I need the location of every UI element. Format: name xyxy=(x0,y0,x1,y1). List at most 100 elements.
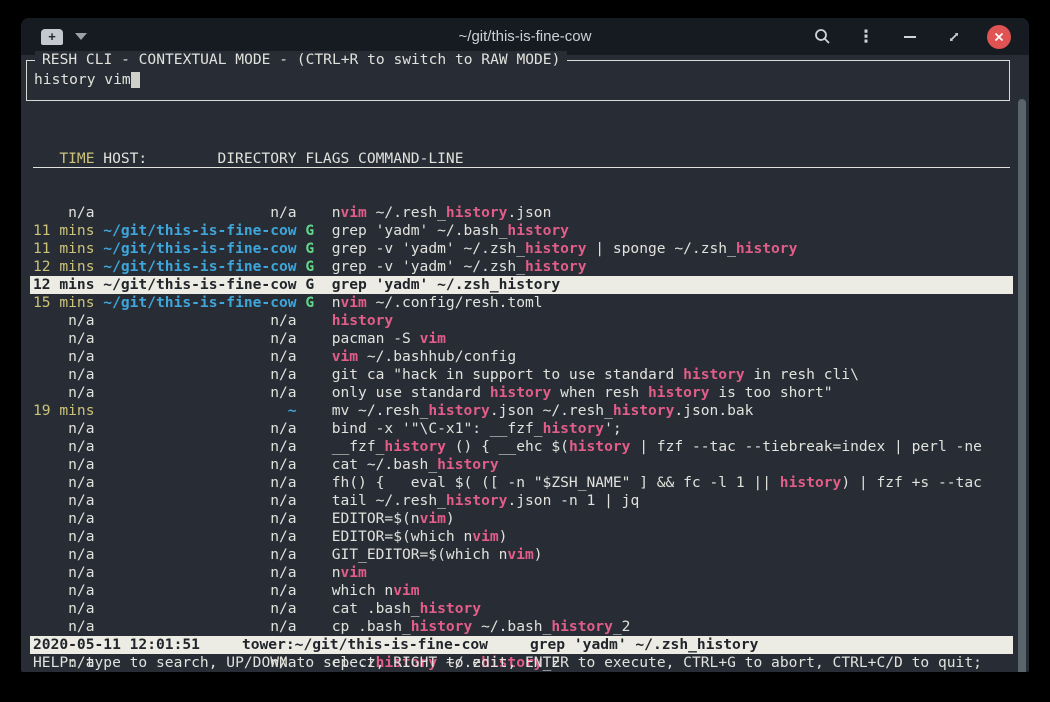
history-list: TIMEHOST:DIRECTORYFLAGS COMMAND-LINE n/a… xyxy=(33,114,1010,672)
table-header: TIMEHOST:DIRECTORYFLAGS COMMAND-LINE xyxy=(33,150,1010,168)
row-command: vim ~/.bashhub/config xyxy=(332,348,517,365)
row-time: n/a xyxy=(33,492,95,510)
row-command: nvim ~/.resh_history.json xyxy=(332,204,552,221)
row-time: n/a xyxy=(33,330,95,348)
row-command: fh() { eval $( ([ -n "$ZSH_NAME" ] && fc… xyxy=(332,474,982,491)
row-flags: G xyxy=(305,222,314,240)
history-row[interactable]: n/a n/a cp .bash_history ~/.bash_history_2 xyxy=(33,618,1010,636)
status-command: grep 'yadm' ~/.zsh_history xyxy=(530,636,758,654)
row-command: grep 'yadm' ~/.bash_history xyxy=(332,222,569,239)
history-row[interactable]: n/a n/a cat ~/.bash_history xyxy=(33,456,1010,474)
row-command: __fzf_history () { __ehc $(history | fzf… xyxy=(332,438,982,455)
terminal-content: RESH CLI - CONTEXTUAL MODE - (CTRL+R to … xyxy=(21,55,1029,672)
row-directory: n/a xyxy=(103,366,296,384)
chevron-down-icon[interactable] xyxy=(75,33,87,40)
row-directory: ~/git/this-is-fine-cow xyxy=(103,240,296,258)
history-row[interactable]: 11 mins~/git/this-is-fine-cowGgrep -v 'y… xyxy=(33,240,1010,258)
history-row[interactable]: n/an/agit ca "hack in support to use sta… xyxy=(33,366,1010,384)
history-row[interactable]: 12 mins ~/git/this-is-fine-cow Ggrep -v 'y… xyxy=(33,258,1010,276)
history-row[interactable]: 15 mins~/git/this-is-fine-cowGnvim ~/.co… xyxy=(33,294,1010,312)
history-row[interactable]: n/an/ahistory xyxy=(33,312,1010,330)
row-directory: ~ xyxy=(103,402,296,420)
row-directory: ~/git/this-is-fine-cow xyxy=(103,276,296,294)
row-time: n/a xyxy=(33,600,95,618)
history-row[interactable]: n/an/acat .bash_history xyxy=(33,600,1010,618)
row-time: 12 mins xyxy=(33,258,95,276)
history-row[interactable]: n/an/abind -x '"\C-x1": __fzf_history'; xyxy=(33,420,1010,438)
row-command: grep 'yadm' ~/.zsh_history xyxy=(332,276,560,293)
row-command: tail ~/.resh_history.json -n 1 | jq xyxy=(332,492,640,509)
row-command: bind -x '"\C-x1": __fzf_history'; xyxy=(332,420,622,437)
row-flags: G xyxy=(305,294,314,312)
column-host: HOST: xyxy=(103,150,147,168)
row-time: 11 mins xyxy=(33,240,95,258)
row-time: n/a xyxy=(33,384,95,402)
history-rows: n/an/anvim ~/.resh_history.json11 mins~/… xyxy=(33,204,1010,672)
history-row[interactable]: n/an/aEDITOR=$(which nvim) xyxy=(33,528,1010,546)
row-directory: n/a xyxy=(103,528,296,546)
history-row[interactable]: n/a n/a fh() { eval $( ([ -n "$ZSH_NAME" ]… xyxy=(33,474,1010,492)
column-flags-command: FLAGS COMMAND-LINE xyxy=(305,150,463,167)
history-row[interactable]: 11 mins~/git/this-is-fine-cowGgrep 'yadm… xyxy=(33,222,1010,240)
row-time: n/a xyxy=(33,312,95,330)
row-directory: n/a xyxy=(103,330,296,348)
new-tab-button[interactable]: + xyxy=(41,29,63,45)
row-directory: n/a xyxy=(103,618,296,636)
row-directory: n/a xyxy=(103,492,296,510)
history-row[interactable]: n/an/apacman -S vim xyxy=(33,330,1010,348)
row-directory: n/a xyxy=(103,420,296,438)
row-flags: G xyxy=(305,240,314,258)
row-directory: n/a xyxy=(103,474,296,492)
row-command: mv ~/.resh_history.json ~/.resh_history.… xyxy=(332,402,754,419)
row-flags: G xyxy=(305,276,314,294)
selected-entry-statusbar: 2020-05-11 12:01:51 tower:~/git/this-is-… xyxy=(30,636,1013,654)
row-time: 11 mins xyxy=(33,222,95,240)
history-row[interactable]: n/a n/a only use standard history when res… xyxy=(33,384,1010,402)
close-button[interactable] xyxy=(987,25,1011,49)
row-time: n/a xyxy=(33,564,95,582)
row-time: n/a xyxy=(33,204,95,222)
row-time: n/a xyxy=(33,474,95,492)
history-row[interactable]: n/an/awhich nvim xyxy=(33,582,1010,600)
titlebar: + ~/git/this-is-fine-cow ⋮ xyxy=(21,18,1029,55)
history-row[interactable]: n/a n/a tail ~/.resh_history.json -n 1 | j… xyxy=(33,492,1010,510)
row-time: n/a xyxy=(33,456,95,474)
search-icon[interactable] xyxy=(811,26,833,48)
row-directory: n/a xyxy=(103,348,296,366)
history-row[interactable]: n/a n/a __fzf_history () { __ehc $(history… xyxy=(33,438,1010,456)
row-command: GIT_EDITOR=$(which nvim) xyxy=(332,546,543,563)
status-timestamp: 2020-05-11 12:01:51 xyxy=(33,636,200,654)
row-directory: n/a xyxy=(103,456,296,474)
row-time: 12 mins xyxy=(33,276,95,294)
row-directory: n/a xyxy=(103,312,296,330)
history-row[interactable]: n/an/avim ~/.bashhub/config xyxy=(33,348,1010,366)
history-row[interactable]: n/an/aGIT_EDITOR=$(which nvim) xyxy=(33,546,1010,564)
menu-kebab-icon[interactable]: ⋮ xyxy=(855,26,877,48)
row-directory: n/a xyxy=(103,438,296,456)
resh-search-box: RESH CLI - CONTEXTUAL MODE - (CTRL+R to … xyxy=(26,60,1010,101)
history-row[interactable]: 19 mins ~ mv ~/.resh_history.json ~/.resh_… xyxy=(33,402,1010,420)
text-cursor xyxy=(131,72,140,88)
history-row[interactable]: n/an/anvim ~/.resh_history.json xyxy=(33,204,1010,222)
history-row[interactable]: n/an/aEDITOR=$(nvim) xyxy=(33,510,1010,528)
row-time: n/a xyxy=(33,618,95,636)
row-command: nvim ~/.config/resh.toml xyxy=(332,294,543,311)
history-row-selected[interactable]: 12 mins ~/git/this-is-fine-cow Ggrep 'yadm… xyxy=(30,276,1013,294)
row-command: cp .bash_history ~/.bash_history_2 xyxy=(332,618,631,635)
row-time: 15 mins xyxy=(33,294,95,312)
row-directory: n/a xyxy=(103,582,296,600)
search-query-text: history vim xyxy=(34,71,131,89)
history-row[interactable]: n/an/anvim xyxy=(33,564,1010,582)
scrollbar-thumb[interactable] xyxy=(1018,99,1026,672)
row-command: only use standard history when resh hist… xyxy=(332,384,833,401)
row-command: cat ~/.bash_history xyxy=(332,456,499,473)
row-directory: n/a xyxy=(103,384,296,402)
row-time: n/a xyxy=(33,438,95,456)
row-directory: ~/git/this-is-fine-cow xyxy=(103,258,296,276)
row-flags: G xyxy=(305,258,314,276)
minimize-button[interactable] xyxy=(899,26,921,48)
restore-button[interactable] xyxy=(943,26,965,48)
row-time: 19 mins xyxy=(33,402,95,420)
search-input[interactable]: history vim xyxy=(34,71,140,89)
row-command: grep -v 'yadm' ~/.zsh_history xyxy=(332,258,587,275)
